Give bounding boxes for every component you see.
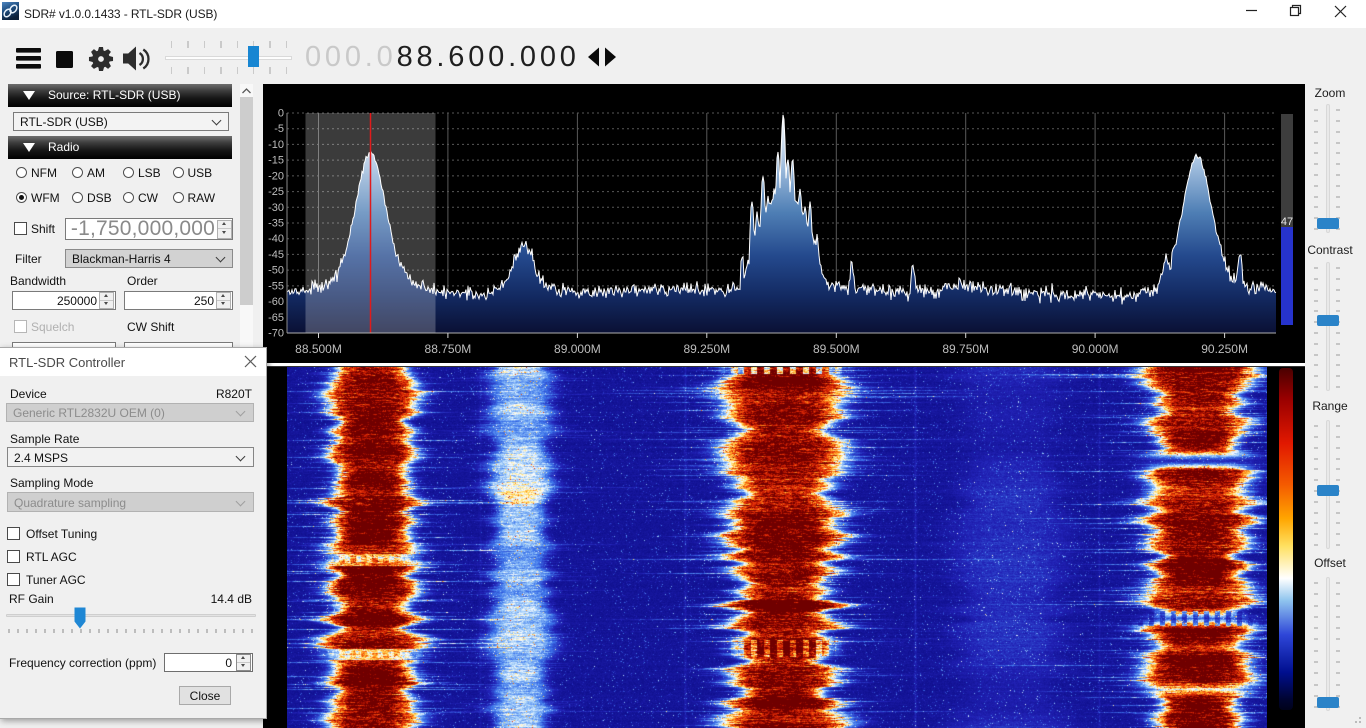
svg-text:88.500M: 88.500M (295, 342, 342, 356)
svg-text:-5: -5 (274, 123, 284, 135)
svg-text:89.000M: 89.000M (554, 342, 601, 356)
svg-text:-15: -15 (268, 155, 284, 167)
svg-text:-45: -45 (268, 249, 284, 261)
svg-text:90.000M: 90.000M (1072, 342, 1119, 356)
svg-text:-65: -65 (268, 312, 284, 324)
svg-text:-20: -20 (268, 170, 284, 182)
svg-text:-55: -55 (268, 280, 284, 292)
svg-text:88.750M: 88.750M (425, 342, 472, 356)
svg-text:89.500M: 89.500M (813, 342, 860, 356)
svg-text:-10: -10 (268, 139, 284, 151)
svg-text:0: 0 (278, 108, 284, 120)
svg-text:47: 47 (1281, 216, 1293, 228)
svg-text:-25: -25 (268, 186, 284, 198)
svg-text:89.750M: 89.750M (942, 342, 989, 356)
svg-text:-35: -35 (268, 218, 284, 230)
svg-text:89.250M: 89.250M (683, 342, 730, 356)
svg-text:-70: -70 (268, 328, 284, 340)
svg-text:-50: -50 (268, 265, 284, 277)
svg-text:90.250M: 90.250M (1201, 342, 1248, 356)
svg-text:-40: -40 (268, 233, 284, 245)
svg-text:-60: -60 (268, 296, 284, 308)
svg-text:-30: -30 (268, 202, 284, 214)
